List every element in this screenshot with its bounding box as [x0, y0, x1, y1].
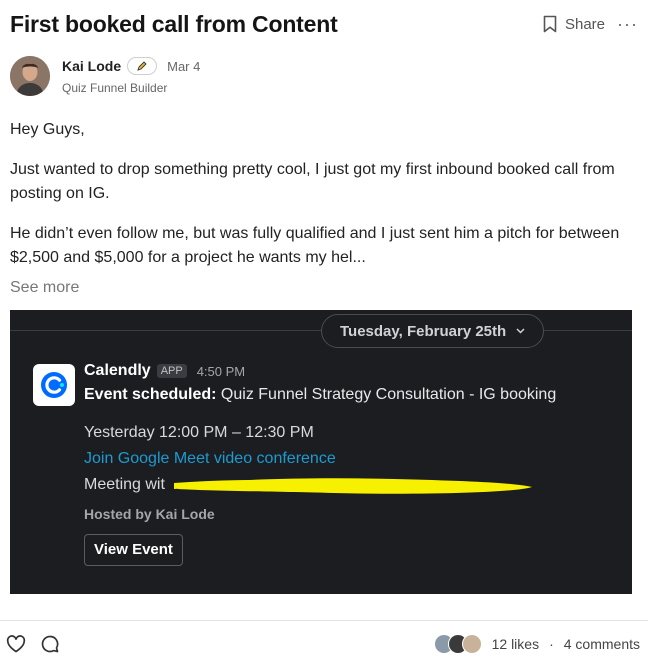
post-date: Mar 4: [167, 58, 201, 74]
avatar-image: [10, 56, 50, 96]
author-line: Kai Lode Mar 4: [62, 57, 200, 75]
hosted-by: Hosted by Kai Lode: [84, 506, 215, 522]
slack-screenshot: Tuesday, February 25th Calendly APP 4:50…: [10, 310, 632, 594]
comment-icon[interactable]: [40, 634, 60, 654]
calendly-message: Calendly APP 4:50 PM Event scheduled: Qu…: [84, 362, 622, 566]
meeting-with-text: Meeting wit: [84, 476, 165, 493]
liker-avatars[interactable]: [433, 634, 482, 654]
event-prefix: Event scheduled:: [84, 386, 217, 403]
meet-link[interactable]: Join Google Meet video conference: [84, 446, 622, 472]
stats-separator: ·: [549, 636, 554, 652]
app-badge: APP: [156, 364, 187, 378]
redaction-highlight: [174, 478, 532, 494]
chevron-down-icon: [516, 328, 525, 334]
likes-count[interactable]: 12 likes: [492, 636, 539, 652]
engagement-stats: 12 likes · 4 comments: [433, 634, 640, 654]
body-paragraph: Hey Guys,: [10, 121, 85, 138]
comments-count[interactable]: 4 comments: [564, 636, 640, 652]
event-details: Yesterday 12:00 PM – 12:30 PM Join Googl…: [84, 420, 622, 498]
share-label: Share: [564, 15, 606, 33]
calendly-icon: [41, 372, 67, 398]
event-name: Quiz Funnel Strategy Consultation - IG b…: [216, 386, 557, 403]
day-pill[interactable]: Tuesday, February 25th: [321, 314, 545, 348]
pencil-icon: [137, 61, 147, 71]
pencil-badge: [127, 57, 158, 75]
calendly-logo: [33, 364, 75, 406]
see-more-link[interactable]: See more: [10, 279, 79, 297]
share-button[interactable]: Share: [543, 15, 605, 33]
post-body: Hey Guys, Just wanted to drop something …: [10, 118, 635, 286]
bookmark-icon: [543, 15, 557, 33]
day-label: Tuesday, February 25th: [340, 322, 507, 340]
message-header: Calendly APP 4:50 PM: [84, 362, 622, 380]
event-time: Yesterday 12:00 PM – 12:30 PM: [84, 424, 314, 441]
header-actions: Share ···: [543, 14, 638, 35]
author-info: Kai Lode Mar 4 Quiz Funnel Builder: [62, 57, 200, 95]
meeting-with-line: Meeting wit: [84, 472, 622, 498]
body-paragraph: He didn’t even follow me, but was fully …: [10, 225, 620, 266]
author-name[interactable]: Kai Lode: [62, 58, 121, 74]
liker-avatar: [461, 634, 482, 654]
avatar[interactable]: [10, 56, 50, 96]
message-time: 4:50 PM: [196, 363, 246, 379]
footer-divider: [0, 620, 648, 621]
post-footer: 12 likes · 4 comments: [6, 630, 640, 658]
view-event-button[interactable]: View Event: [84, 534, 183, 566]
post-title: First booked call from Content: [10, 10, 338, 37]
body-paragraph: Just wanted to drop something pretty coo…: [10, 161, 615, 202]
reaction-actions: [6, 634, 60, 654]
sender-name[interactable]: Calendly: [84, 362, 151, 380]
author-block: Kai Lode Mar 4 Quiz Funnel Builder: [10, 56, 200, 96]
event-line: Event scheduled: Quiz Funnel Strategy Co…: [84, 386, 622, 404]
author-role: Quiz Funnel Builder: [62, 81, 168, 95]
heart-icon[interactable]: [6, 635, 26, 653]
more-options-button[interactable]: ···: [617, 14, 638, 35]
post-header: First booked call from Content Share ···: [10, 8, 638, 40]
